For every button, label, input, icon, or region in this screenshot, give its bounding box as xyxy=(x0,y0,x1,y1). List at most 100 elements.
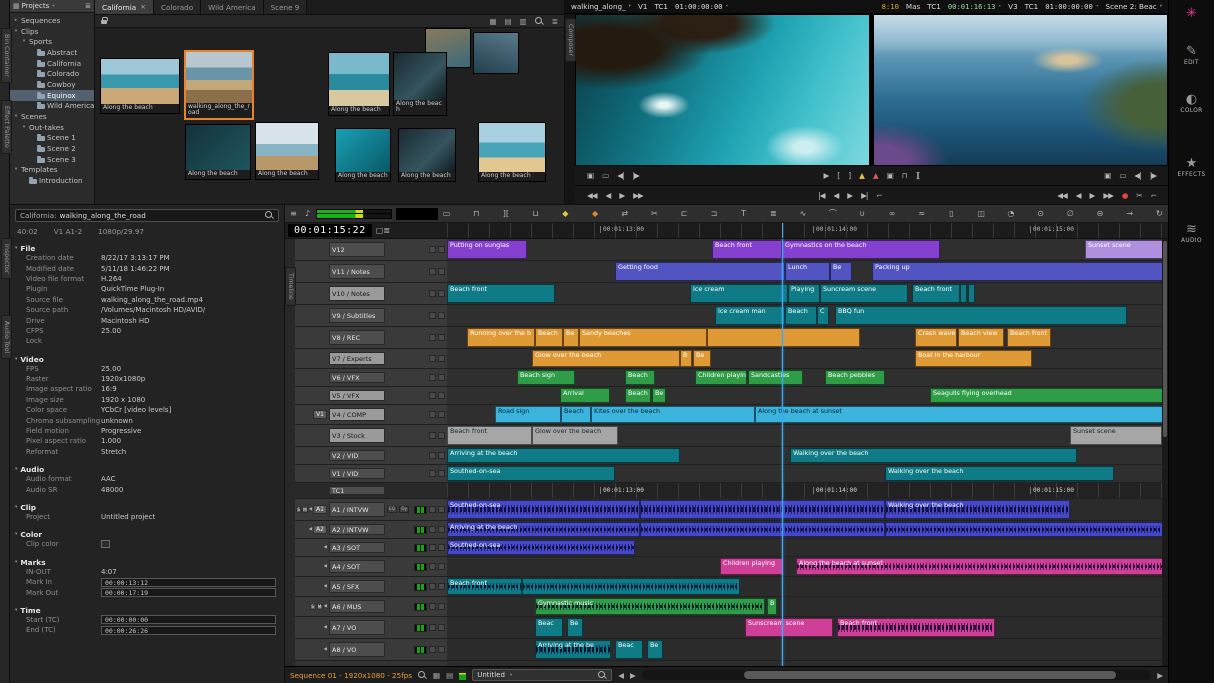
track-control[interactable] xyxy=(429,646,436,653)
projects-menu[interactable]: Projects xyxy=(22,2,50,10)
track-control[interactable] xyxy=(429,334,436,341)
segment-mode-icon[interactable]: ▭ xyxy=(442,209,451,218)
timeline-clip[interactable]: Beach front xyxy=(447,578,522,595)
scroll-left-button[interactable]: ◀ xyxy=(618,671,624,680)
mark-clip-button[interactable]: ▣ xyxy=(887,171,893,180)
timeline-clip[interactable] xyxy=(707,328,860,347)
master-label[interactable]: Mas xyxy=(906,2,920,11)
tree-item-scene-3[interactable]: Scene 3 xyxy=(10,154,94,165)
timeline-clip[interactable]: Gymnastics on the beach xyxy=(782,240,940,259)
tree-item-sports[interactable]: ▾Sports xyxy=(10,36,94,47)
timeline-clip[interactable]: Arrival xyxy=(560,388,610,403)
bin-menu-icon[interactable]: ≣ xyxy=(552,17,558,26)
timeline-clip[interactable]: Beach xyxy=(535,328,563,347)
clip-thumbnail[interactable]: Along the beach xyxy=(328,52,390,116)
timeline-clip[interactable]: Getting food xyxy=(615,262,785,281)
rewind-button[interactable]: ◀◀ xyxy=(587,191,597,200)
play-button[interactable]: ▶ xyxy=(823,171,828,180)
timeline-clip[interactable]: Beach view xyxy=(958,328,1004,347)
sequence-menu-icon[interactable]: ≣ xyxy=(769,209,778,218)
timeline-clip[interactable]: Sandy beaches xyxy=(579,328,707,347)
track-control[interactable] xyxy=(429,603,436,610)
source-track-button[interactable]: V1 xyxy=(638,2,648,11)
track-button[interactable]: A8 / VO xyxy=(329,642,385,657)
field-value-box[interactable]: 00:00:00:00 xyxy=(101,615,276,624)
timeline-clip[interactable]: Running over the b xyxy=(467,328,535,347)
bin-frame-view[interactable]: walking_along_the_roadAlong the beachAlo… xyxy=(95,28,564,204)
timeline-clip[interactable]: Playing xyxy=(788,284,820,303)
dock-tab-inspector[interactable]: Inspector xyxy=(1,238,12,279)
track-control[interactable] xyxy=(429,506,436,513)
record-timecode[interactable]: 01:00:00:00▾ xyxy=(1045,2,1098,11)
track-button[interactable]: A3 / SOT xyxy=(329,542,385,553)
timeline-clip[interactable]: Arriving at the beach xyxy=(447,522,640,537)
extract-button[interactable]: ][ xyxy=(916,171,920,180)
track-button[interactable]: A7 / VO xyxy=(329,620,385,635)
bin-tab-wild-america[interactable]: Wild America xyxy=(201,0,263,14)
overwrite-button[interactable]: ▲ xyxy=(873,171,878,180)
clip-thumbnail[interactable] xyxy=(473,32,519,74)
remove-effect-icon[interactable]: ⊖ xyxy=(1095,209,1104,218)
inspector-section-video[interactable]: ▾Video xyxy=(15,355,279,364)
tree-item-cowboy[interactable]: Cowboy xyxy=(10,79,94,90)
source-monitor-image[interactable] xyxy=(575,14,870,166)
track-control[interactable] xyxy=(429,355,436,362)
record-rewind-button[interactable]: ◀◀ xyxy=(1057,191,1067,200)
timeline-clip[interactable]: C xyxy=(817,306,829,325)
timeline-clip[interactable] xyxy=(960,284,967,303)
source-timecode[interactable]: 01:00:00:00▾ xyxy=(675,2,728,11)
track-button[interactable]: A5 / SFX xyxy=(329,580,385,593)
waveform-toggle-icon[interactable]: ∿ xyxy=(798,209,807,218)
track-control[interactable] xyxy=(438,624,445,631)
track-button[interactable]: V5 / VFX xyxy=(329,390,385,401)
lock-icon[interactable] xyxy=(101,17,108,25)
field-value-box[interactable]: 00:00:26:26 xyxy=(101,626,276,635)
track-control[interactable] xyxy=(438,290,445,297)
tree-item-clips[interactable]: ▾Clips xyxy=(10,26,94,37)
timeline-clip[interactable]: Sunset scene xyxy=(1085,240,1167,259)
timeline-clip[interactable]: Beach front xyxy=(837,618,995,637)
track-control[interactable] xyxy=(429,374,436,381)
track-control[interactable] xyxy=(438,411,445,418)
fast-forward-button[interactable]: ▶▶ xyxy=(633,191,643,200)
mute-button[interactable]: M xyxy=(302,507,308,513)
solo-button[interactable]: S xyxy=(310,604,316,610)
go-to-start-button[interactable]: |◀ xyxy=(818,191,824,200)
locator-orange-icon[interactable]: ◆ xyxy=(591,209,600,218)
tree-item-sequences[interactable]: ▸Sequences xyxy=(10,15,94,26)
timeline-clip[interactable]: Arriving at the be xyxy=(535,640,611,659)
clip-thumbnail[interactable]: Along the beach xyxy=(398,128,456,182)
add-edit-record-button[interactable]: ● xyxy=(1122,191,1128,200)
clip-thumbnail[interactable]: Along the beach xyxy=(255,122,319,180)
timeline-clip[interactable]: Beach front xyxy=(447,426,532,445)
smart-tool-icon[interactable]: ≈ xyxy=(917,209,926,218)
track-control[interactable] xyxy=(429,526,436,533)
master-tc-format[interactable]: TC1 xyxy=(927,2,941,11)
track-control[interactable] xyxy=(429,544,436,551)
timeline-clip[interactable]: Kites over the beach xyxy=(591,406,755,423)
go-to-next-edit-button[interactable]: |▶ xyxy=(632,171,638,180)
track-button[interactable]: A2 / INTVW xyxy=(329,524,385,535)
track-button[interactable]: V6 / VFX xyxy=(329,372,385,383)
track-button[interactable]: TC1 xyxy=(329,486,385,495)
extract-mode-icon[interactable]: ][ xyxy=(501,209,510,218)
focus-icon[interactable]: ⊙ xyxy=(1036,209,1045,218)
tree-item-colorado[interactable]: Colorado xyxy=(10,68,94,79)
timeline-clip[interactable] xyxy=(640,522,885,537)
source-tc-format[interactable]: TC1 xyxy=(654,2,668,11)
source-track-button[interactable]: A1 xyxy=(313,505,327,514)
tree-item-abstract[interactable]: Abstract xyxy=(10,47,94,58)
video-monitor-icon[interactable]: ▯ xyxy=(947,209,956,218)
track-control[interactable] xyxy=(429,411,436,418)
step-back-button[interactable]: ◀ xyxy=(606,191,611,200)
track-button[interactable]: V1 / VID xyxy=(329,468,385,479)
timeline-clip[interactable]: Ice cream man xyxy=(715,306,785,325)
inspector-section-color[interactable]: ▾Color xyxy=(15,530,279,539)
timeline-clip[interactable]: Beach front xyxy=(712,240,782,259)
master-timecode[interactable]: 00:01:16:13▾ xyxy=(948,2,1001,11)
track-control[interactable] xyxy=(438,452,445,459)
splice-in-button[interactable]: ▲ xyxy=(859,171,864,180)
go-to-previous-edit-button[interactable]: ◀| xyxy=(617,171,623,180)
timeline-clip[interactable]: Southed-on-sea xyxy=(447,466,615,481)
text-tool-icon[interactable]: T xyxy=(739,209,748,218)
